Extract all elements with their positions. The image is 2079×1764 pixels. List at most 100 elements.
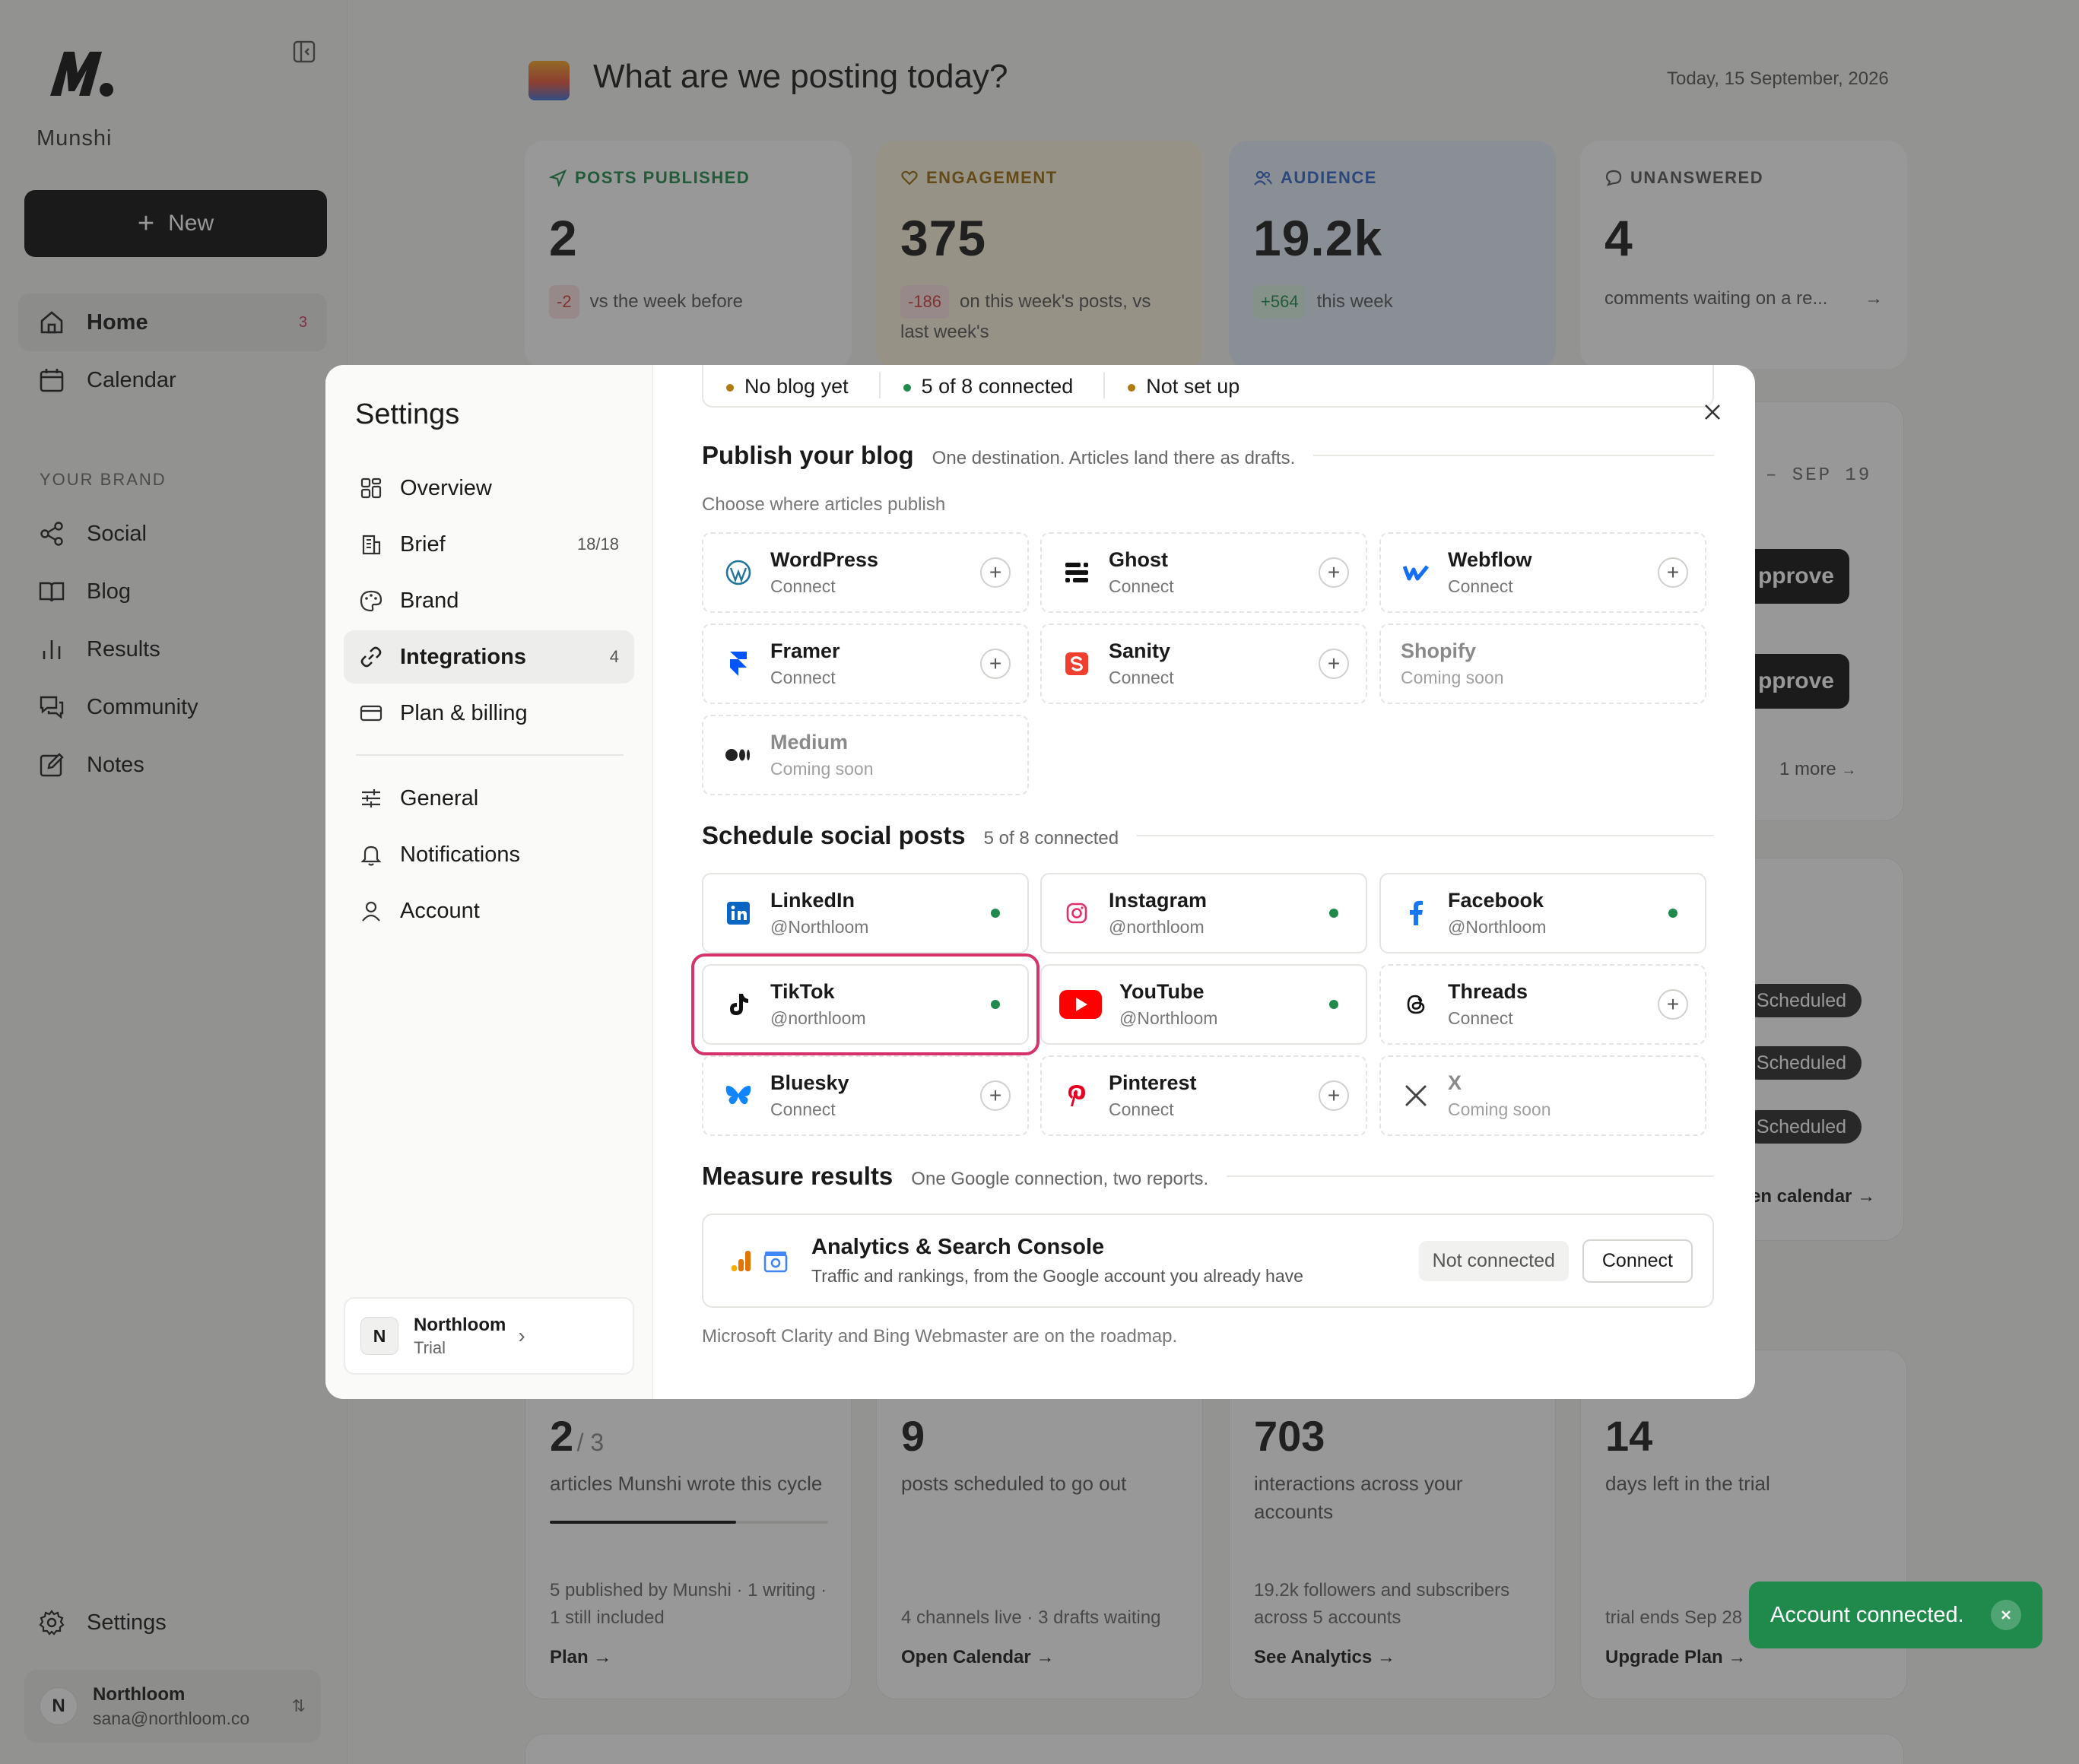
connect-button[interactable]: Connect	[1582, 1239, 1693, 1283]
search-console-icon	[763, 1252, 788, 1273]
integration-tile-sanity[interactable]: Sanity Connect +	[1040, 623, 1367, 704]
integration-tile-threads[interactable]: Threads Connect +	[1379, 964, 1706, 1045]
close-modal-button[interactable]	[1696, 395, 1729, 429]
tile-sub: Connect	[1448, 1008, 1513, 1028]
integration-tile-bluesky[interactable]: Bluesky Connect +	[702, 1055, 1029, 1136]
close-icon	[1705, 405, 1720, 420]
add-icon[interactable]: +	[980, 557, 1011, 588]
tile-name: LinkedIn	[770, 889, 855, 912]
user-icon	[362, 901, 380, 922]
grid-icon	[360, 477, 382, 499]
integration-tile-webflow[interactable]: Webflow Connect +	[1379, 532, 1706, 613]
tile-sub: Coming soon	[770, 759, 874, 779]
integration-tile-ghost[interactable]: Ghost Connect +	[1040, 532, 1367, 613]
workspace-name: Northloom	[414, 1314, 506, 1335]
settings-nav-brand[interactable]: Brand	[344, 574, 634, 627]
roadmap-footnote: Microsoft Clarity and Bing Webmaster are…	[702, 1326, 1178, 1347]
tile-sub: Connect	[770, 576, 836, 596]
youtube-icon	[1059, 989, 1103, 1020]
section-subtitle: One Google connection, two reports.	[911, 1169, 1209, 1189]
status-divider	[878, 373, 881, 398]
section-subtitle: 5 of 8 connected	[983, 828, 1119, 849]
tile-name: TikTok	[770, 980, 835, 1003]
integration-tile-facebook[interactable]: Facebook @Northloom	[1379, 873, 1706, 953]
integration-tile-youtube[interactable]: YouTube @Northloom	[1040, 964, 1367, 1045]
analytics-subtitle: Traffic and rankings, from the Google ac…	[811, 1266, 1303, 1286]
settings-nav-overview[interactable]: Overview	[344, 462, 634, 515]
integrations-count: 4	[609, 647, 619, 666]
tile-name: Shopify	[1401, 639, 1476, 662]
settings-nav-general[interactable]: General	[344, 772, 634, 825]
sanity-icon	[1062, 649, 1092, 679]
connected-dot	[1668, 909, 1677, 918]
section-title: Measure results	[702, 1162, 893, 1190]
add-icon[interactable]: +	[980, 1080, 1011, 1111]
add-icon[interactable]: +	[1319, 1080, 1349, 1111]
framer-icon	[723, 649, 754, 679]
add-icon[interactable]: +	[1319, 557, 1349, 588]
tile-name: Medium	[770, 731, 849, 754]
integration-tile-instagram[interactable]: Instagram @northloom	[1040, 873, 1367, 953]
add-icon[interactable]: +	[980, 649, 1011, 679]
section-subtitle: One destination. Articles land there as …	[932, 448, 1296, 468]
credit-card-icon	[360, 705, 382, 722]
tile-sub: Coming soon	[1401, 668, 1504, 687]
sliders-icon	[362, 789, 380, 807]
settings-nav-plan-billing[interactable]: Plan & billing	[344, 687, 634, 740]
section-rule	[1313, 455, 1714, 456]
wordpress-icon	[723, 557, 754, 588]
nav-label: Brand	[400, 588, 459, 613]
tile-name: Bluesky	[770, 1071, 849, 1094]
nav-label: General	[400, 785, 479, 811]
section-rule	[1227, 1175, 1714, 1177]
integration-tile-medium: Medium Coming soon	[702, 715, 1029, 795]
add-icon[interactable]: +	[1658, 557, 1688, 588]
settings-nav-account[interactable]: Account	[344, 884, 634, 938]
nav-label: Notifications	[400, 842, 520, 867]
analytics-title: Analytics & Search Console	[811, 1235, 1105, 1259]
connected-dot	[991, 909, 1000, 918]
settings-nav-integrations[interactable]: Integrations 4	[344, 630, 634, 684]
palette-icon	[360, 590, 382, 612]
linkedin-icon	[723, 898, 754, 928]
add-icon[interactable]: +	[1658, 989, 1688, 1020]
workspace-switcher[interactable]: N Northloom Trial ›	[344, 1297, 634, 1375]
toast-message: Account connected.	[1770, 1602, 1964, 1627]
medium-icon	[723, 740, 754, 770]
integration-tile-tiktok[interactable]: TikTok @northloom	[702, 964, 1029, 1045]
tile-sub: @Northloom	[770, 917, 869, 937]
connected-dot	[1329, 909, 1338, 918]
workspace-avatar: N	[360, 1317, 398, 1355]
measure-section-header: Measure results One Google connection, t…	[702, 1162, 1714, 1191]
building-icon	[362, 535, 381, 555]
tile-sub: Connect	[770, 1099, 836, 1119]
status-blog: No blog yet	[744, 375, 849, 398]
link-icon	[360, 646, 382, 668]
integration-tile-wordpress[interactable]: WordPress Connect +	[702, 532, 1029, 613]
settings-modal: Settings Overview Brief 18/18 Brand Inte…	[325, 365, 1755, 1399]
integration-tile-linkedin[interactable]: LinkedIn @Northloom	[702, 873, 1029, 953]
settings-nav-notifications[interactable]: Notifications	[344, 828, 634, 881]
tile-sub: Connect	[1109, 1099, 1174, 1119]
status-dot-pending	[726, 384, 734, 392]
tile-name: Sanity	[1109, 639, 1171, 662]
tile-name: Webflow	[1448, 548, 1532, 571]
chevron-right-icon: ›	[518, 1324, 525, 1347]
settings-nav-brief[interactable]: Brief 18/18	[344, 518, 634, 571]
status-dot-connected	[903, 384, 911, 392]
integration-tile-framer[interactable]: Framer Connect +	[702, 623, 1029, 704]
tile-sub: Connect	[1109, 576, 1174, 596]
status-social: 5 of 8 connected	[921, 375, 1074, 398]
section-title: Publish your blog	[702, 441, 914, 469]
dismiss-toast-button[interactable]	[1991, 1600, 2021, 1630]
tile-name: Threads	[1448, 980, 1528, 1003]
google-analytics-icon	[732, 1251, 751, 1271]
tile-name: YouTube	[1119, 980, 1205, 1003]
integration-tile-pinterest[interactable]: Pinterest Connect +	[1040, 1055, 1367, 1136]
close-icon	[2001, 1610, 2011, 1620]
add-icon[interactable]: +	[1319, 649, 1349, 679]
tile-name: Pinterest	[1109, 1071, 1197, 1094]
integration-tile-x: X Coming soon	[1379, 1055, 1706, 1136]
toast-notification: Account connected.	[1749, 1582, 2042, 1648]
nav-label: Integrations	[400, 644, 526, 669]
